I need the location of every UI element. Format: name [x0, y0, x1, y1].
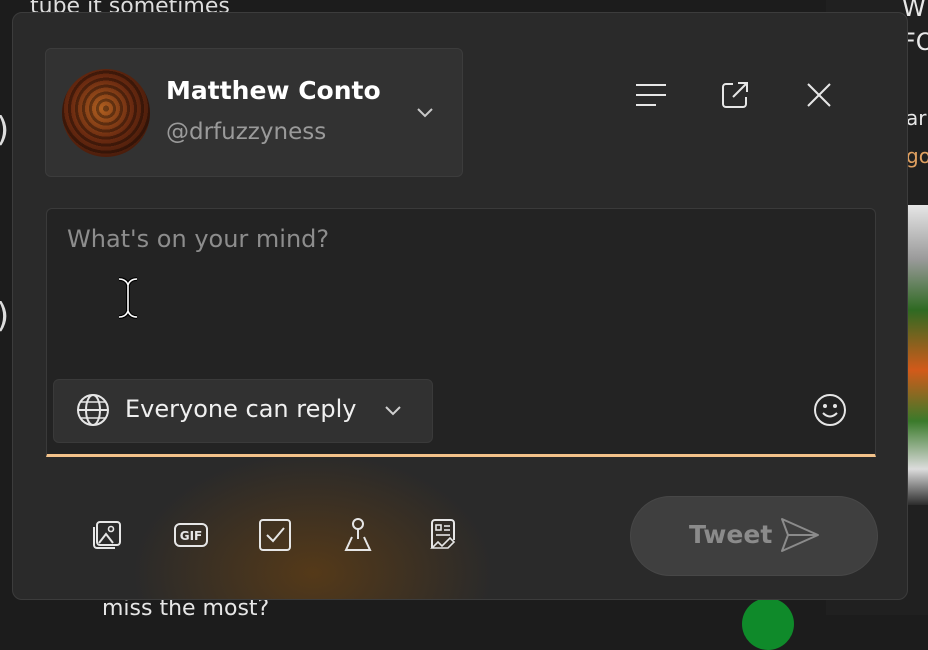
send-icon [781, 518, 819, 552]
text-cursor-icon [118, 277, 138, 319]
tweet-button[interactable]: Tweet [630, 496, 878, 576]
account-name: Matthew Conto [166, 76, 381, 105]
svg-text:GIF: GIF [180, 529, 203, 543]
location-icon[interactable] [340, 517, 376, 553]
reply-setting-dropdown[interactable]: Everyone can reply [53, 379, 433, 443]
emoji-icon[interactable] [813, 393, 847, 427]
avatar [62, 69, 150, 157]
image-icon[interactable] [89, 517, 125, 553]
chevron-down-icon [417, 108, 433, 118]
account-switcher[interactable]: Matthew Conto @drfuzzyness [45, 48, 463, 177]
menu-icon[interactable] [633, 77, 669, 113]
close-icon[interactable] [801, 77, 837, 113]
compose-textbox[interactable]: What's on your mind? Everyone can reply [46, 208, 876, 457]
tweet-button-label: Tweet [689, 520, 773, 549]
reply-setting-label: Everyone can reply [125, 395, 357, 423]
background-text-right-4: go [906, 144, 928, 168]
background-text-right-3: ar [906, 106, 927, 130]
schedule-icon[interactable] [425, 517, 461, 553]
compose-placeholder: What's on your mind? [67, 225, 330, 253]
background-text-left-1: ) [0, 110, 9, 150]
chevron-down-icon [385, 406, 401, 416]
background-avatar [742, 598, 794, 650]
open-external-icon[interactable] [717, 77, 753, 113]
compose-dialog: Matthew Conto @drfuzzyness What's on you… [12, 12, 908, 600]
account-handle: @drfuzzyness [166, 119, 327, 145]
gif-icon[interactable]: GIF [173, 517, 209, 553]
poll-icon[interactable] [257, 517, 293, 553]
background-image [906, 205, 928, 505]
globe-icon [77, 394, 109, 426]
background-text-left-2: ) [0, 296, 9, 336]
